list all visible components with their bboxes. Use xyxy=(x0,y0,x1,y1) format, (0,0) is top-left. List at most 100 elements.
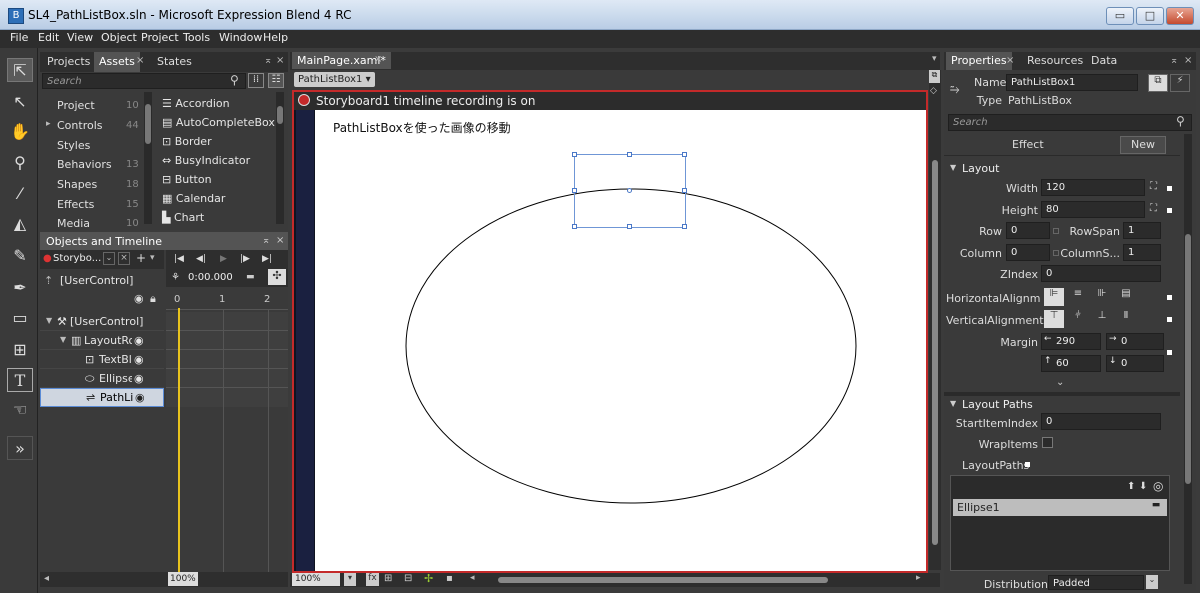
breadcrumb[interactable]: PathListBox1 ▾ xyxy=(294,72,375,87)
collapse-icon[interactable]: ▼ xyxy=(950,399,956,408)
scroll-thumb[interactable] xyxy=(277,106,283,124)
play-icon[interactable]: ▶ xyxy=(220,254,227,264)
expand-arrow-icon[interactable]: ▼ xyxy=(46,316,52,325)
align-bottom-icon[interactable]: ⊥ xyxy=(1092,310,1112,328)
menu-tools[interactable]: Tools xyxy=(183,31,210,44)
pen-tool[interactable]: ✒ xyxy=(7,276,33,300)
zoom-timeline-icon[interactable]: ✣ xyxy=(268,269,286,285)
distribution-select[interactable]: Padded xyxy=(1048,575,1144,590)
align-top-icon[interactable]: ⊤ xyxy=(1044,310,1064,328)
record-keyframe-icon[interactable]: ⚘ xyxy=(171,272,180,283)
controls-scrollbar[interactable] xyxy=(276,92,284,224)
pin-icon[interactable]: ⌅ xyxy=(264,55,272,66)
controls-tool[interactable]: ☜ xyxy=(7,398,33,422)
startitemindex-input[interactable]: 0 xyxy=(1041,413,1161,430)
advanced-options-icon[interactable] xyxy=(1167,317,1172,322)
grid-view-icon[interactable]: ⁞⁞ xyxy=(248,73,264,88)
columnspan-input[interactable]: 1 xyxy=(1123,244,1161,261)
tree-item-layoutroot[interactable]: ▼ ▥ LayoutRoo ◉ xyxy=(40,331,164,350)
resize-handle[interactable] xyxy=(572,188,577,193)
record-icon[interactable] xyxy=(298,94,310,106)
list-item[interactable]: ⇔ BusyIndicator xyxy=(162,154,250,167)
first-frame-icon[interactable]: |◀ xyxy=(174,254,184,264)
advanced-options-icon[interactable] xyxy=(1167,208,1172,213)
close-button[interactable]: ✕ xyxy=(1166,7,1194,25)
advanced-options-icon[interactable] xyxy=(1167,295,1172,300)
height-input[interactable]: 80 xyxy=(1041,201,1145,218)
row-input[interactable]: 0 xyxy=(1006,222,1050,239)
align-right-icon[interactable]: ⊪ xyxy=(1092,288,1112,306)
layout-paths-header[interactable]: ▼ Layout Paths xyxy=(944,396,1180,414)
current-time[interactable]: 0:00.000 xyxy=(188,272,233,283)
tab-assets[interactable]: Assets xyxy=(94,52,140,72)
zindex-input[interactable]: 0 xyxy=(1041,265,1161,282)
collapse-icon[interactable]: ▼ xyxy=(950,163,956,172)
advanced-options-icon[interactable] xyxy=(1053,250,1059,256)
expand-arrow-icon[interactable]: ▸ xyxy=(46,119,51,129)
resize-handle[interactable] xyxy=(627,224,632,229)
snap-lines-icon[interactable]: ✢ xyxy=(424,572,433,585)
move-up-icon[interactable]: ⬆ xyxy=(1127,481,1135,492)
eye-icon[interactable]: ◉ xyxy=(134,292,144,305)
resize-handle[interactable] xyxy=(572,224,577,229)
design-surface[interactable]: PathListBoxを使った画像の移動 xyxy=(315,110,926,571)
maximize-button[interactable]: □ xyxy=(1136,7,1164,25)
menu-window[interactable]: Window xyxy=(219,31,262,44)
scroll-left-icon[interactable]: ◂ xyxy=(470,573,475,583)
scroll-thumb[interactable] xyxy=(932,160,938,545)
scope-up-icon[interactable]: ⇡ xyxy=(44,274,53,287)
storyboard-name[interactable]: Storybo... xyxy=(53,253,101,264)
eyedropper-tool[interactable]: ⁄ xyxy=(7,182,33,206)
close-panel-icon[interactable]: × xyxy=(276,235,284,246)
zoom-tool[interactable]: ⚲ xyxy=(7,151,33,175)
eye-icon[interactable]: ◉ xyxy=(134,353,144,366)
close-panel-icon[interactable]: × xyxy=(1184,55,1192,66)
list-view-icon[interactable]: ☷ xyxy=(268,73,284,88)
zoom-dropdown-icon[interactable]: ▾ xyxy=(344,573,356,586)
list-item[interactable]: Ellipse1 ▬ xyxy=(953,499,1167,516)
wrapitems-checkbox[interactable] xyxy=(1042,437,1053,448)
tree-item-pathlistbox[interactable]: ⇌ PathLis ◉ xyxy=(40,388,164,407)
annotations-icon[interactable]: ▪ xyxy=(446,573,453,584)
name-input[interactable]: PathListBox1 xyxy=(1006,74,1138,91)
menu-file[interactable]: File xyxy=(10,31,28,44)
auto-size-icon[interactable]: ⛶ xyxy=(1150,203,1157,214)
close-tab-icon[interactable]: × xyxy=(374,54,382,65)
eye-icon[interactable]: ◉ xyxy=(135,391,145,404)
scroll-right-icon[interactable]: ▸ xyxy=(916,573,921,583)
category-styles[interactable]: Styles xyxy=(57,139,90,152)
view-mode-icon[interactable]: ⧉ xyxy=(929,70,940,83)
dropdown-arrow-icon[interactable]: ⌄ xyxy=(1146,575,1158,589)
resize-handle[interactable] xyxy=(627,152,632,157)
list-item[interactable]: ⊡ Border xyxy=(162,135,212,148)
advanced-options-icon[interactable] xyxy=(1053,228,1059,234)
list-item[interactable]: ⊟ Button xyxy=(162,173,212,186)
tab-projects[interactable]: Projects xyxy=(42,52,95,72)
menu-help[interactable]: Help xyxy=(263,31,288,44)
tab-data[interactable]: Data xyxy=(1086,52,1122,70)
effects-toggle-icon[interactable]: fx xyxy=(366,573,379,586)
timeline-zoom-input[interactable]: 100% xyxy=(168,572,198,586)
category-scrollbar[interactable] xyxy=(144,92,152,224)
tree-item-usercontrol[interactable]: ▼ ⚒ [UserControl] xyxy=(40,312,164,331)
close-storyboard-icon[interactable]: × xyxy=(118,252,130,265)
advanced-options-icon[interactable] xyxy=(1167,186,1172,191)
properties-search-input[interactable]: Search xyxy=(948,114,1192,131)
storyboard-dropdown-icon[interactable]: ⌄ xyxy=(103,252,115,265)
close-tab-icon[interactable]: × xyxy=(136,55,144,66)
snap-grid-icon[interactable]: ⊟ xyxy=(404,573,412,584)
center-point-handle[interactable] xyxy=(627,188,632,193)
category-effects[interactable]: Effects xyxy=(57,198,94,211)
assets-search-input[interactable]: Search xyxy=(42,73,246,89)
pathlistbox-selection[interactable] xyxy=(572,152,687,229)
resize-handle[interactable] xyxy=(682,188,687,193)
align-middle-icon[interactable]: ⫩ xyxy=(1068,310,1088,328)
resize-handle[interactable] xyxy=(572,152,577,157)
hscroll-thumb[interactable] xyxy=(498,577,828,583)
next-frame-icon[interactable]: |▶ xyxy=(240,254,250,264)
expand-more-icon[interactable]: ⌄ xyxy=(1056,377,1064,388)
new-effect-button[interactable]: New xyxy=(1120,136,1166,154)
eye-icon[interactable]: ◉ xyxy=(134,372,144,385)
options-icon[interactable]: ▾ xyxy=(150,253,155,263)
tab-properties[interactable]: Properties xyxy=(946,52,1012,70)
